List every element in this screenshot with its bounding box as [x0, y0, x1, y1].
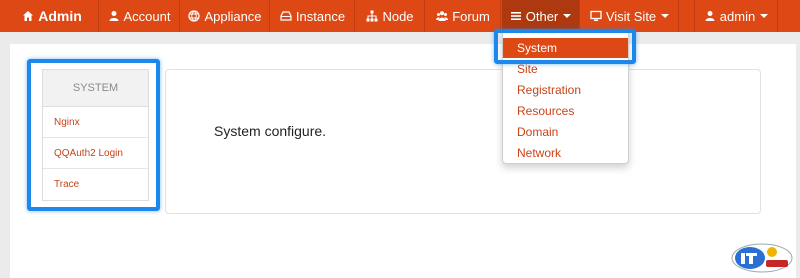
home-icon	[23, 11, 34, 21]
nav-forum-label: Forum	[452, 8, 490, 24]
nav-appliance[interactable]: Appliance	[181, 0, 270, 32]
nav-visit-site-dropdown[interactable]: Visit Site	[581, 0, 679, 32]
nav-node-label: Node	[382, 8, 414, 24]
brand-admin-link[interactable]: Admin	[18, 0, 86, 32]
brand-label: Admin	[38, 8, 82, 24]
content-text: System configure.	[214, 123, 327, 139]
nav-other-label: Other	[525, 8, 559, 24]
group-icon	[436, 11, 449, 21]
user-icon	[109, 11, 118, 21]
nav-appliance-label: Appliance	[204, 8, 262, 24]
globe-icon	[188, 10, 201, 22]
hdd-icon	[280, 11, 292, 21]
user-icon	[705, 11, 715, 21]
list-icon	[510, 12, 521, 20]
ithome-watermark-logo	[731, 243, 793, 273]
desktop-icon	[590, 10, 602, 21]
top-navbar: Admin Account Appliance Instance Node Fo…	[0, 0, 800, 32]
content-panel: System configure.	[165, 69, 761, 214]
nav-account[interactable]: Account	[98, 0, 180, 32]
highlight-box-system-menu	[494, 29, 636, 64]
nav-forum[interactable]: Forum	[426, 0, 501, 32]
nav-instance[interactable]: Instance	[271, 0, 355, 32]
nav-visit-site-label: Visit Site	[605, 8, 657, 24]
dropdown-item-network[interactable]: Network	[503, 143, 628, 163]
highlight-box-sidebar	[27, 59, 160, 211]
nav-other-dropdown[interactable]: Other	[502, 0, 580, 32]
caret-down-icon	[661, 14, 670, 18]
dropdown-item-registration[interactable]: Registration	[503, 80, 628, 100]
nav-account-label: Account	[123, 8, 171, 24]
nav-instance-label: Instance	[295, 8, 346, 24]
nav-user-menu[interactable]: admin	[694, 0, 778, 32]
caret-down-icon	[760, 14, 769, 18]
nav-user-label: admin	[719, 8, 756, 24]
sitemap-icon	[366, 10, 378, 22]
caret-down-icon	[563, 14, 572, 18]
dropdown-item-domain[interactable]: Domain	[503, 122, 628, 142]
nav-node[interactable]: Node	[356, 0, 425, 32]
dropdown-item-resources[interactable]: Resources	[503, 101, 628, 121]
